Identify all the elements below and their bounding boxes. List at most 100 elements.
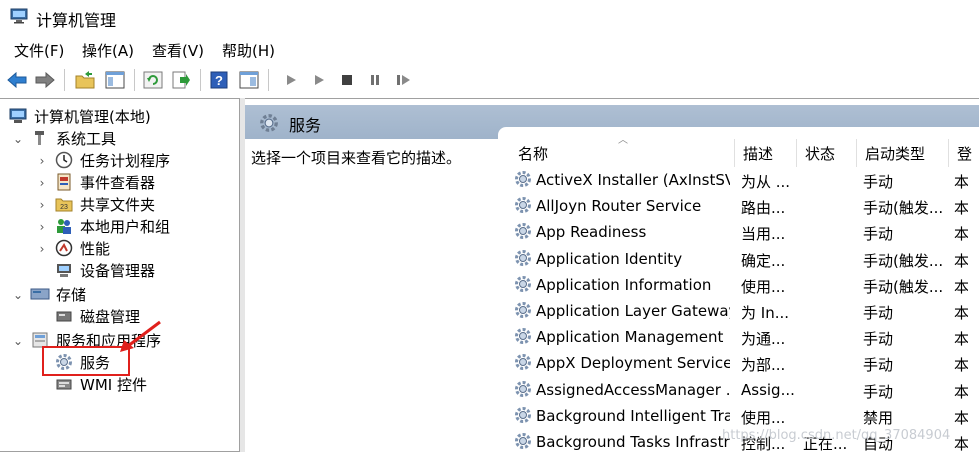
tree-item-label: 性能 — [80, 239, 111, 258]
column-header-startup[interactable]: 启动类型 — [857, 139, 949, 167]
tree-item-root[interactable]: 计算机管理(本地) — [8, 105, 151, 127]
table-row[interactable]: App Readiness 当用... 手动 本 — [498, 219, 968, 245]
cell-startup: 手动(触发... — [863, 251, 944, 270]
cell-description: 使用... — [741, 408, 786, 427]
restart-service-icon[interactable] — [392, 69, 414, 91]
table-row[interactable]: Application Information 使用... 手动(触发... 本 — [498, 272, 968, 298]
tree-item-local-users[interactable]: 本地用户和组 — [54, 215, 170, 237]
cell-name: Background Tasks Infrastru... — [536, 433, 730, 451]
tree-item-task-scheduler[interactable]: 任务计划程序 — [54, 149, 170, 171]
tree-item-wmi[interactable]: WMI 控件 — [54, 373, 147, 395]
table-row[interactable]: Application Identity 确定... 手动(触发... 本 — [498, 246, 968, 272]
cell-name: Application Identity — [536, 249, 683, 268]
help-icon[interactable]: ? — [208, 69, 230, 91]
table-row[interactable]: Application Layer Gateway ... 为 In... 手动 本 — [498, 298, 968, 324]
cell-description: 使用... — [741, 277, 786, 296]
gear-icon — [514, 380, 532, 402]
chevron-right-icon[interactable]: › — [36, 199, 48, 211]
back-icon[interactable] — [6, 69, 28, 91]
table-row[interactable]: Background Intelligent Tra... 使用... 禁用 本 — [498, 403, 968, 429]
cell-name: Application Information — [536, 275, 712, 294]
forward-icon[interactable] — [34, 69, 56, 91]
column-header-label: 登 — [957, 144, 973, 163]
chevron-down-icon[interactable]: ⌄ — [12, 335, 24, 347]
chevron-right-icon[interactable]: › — [36, 177, 48, 189]
chevron-right-icon[interactable]: › — [36, 243, 48, 255]
gear-icon — [514, 353, 532, 375]
table-row[interactable]: AssignedAccessManager ... Assig... 手动 本 — [498, 377, 968, 403]
cell-logon: 本 — [954, 277, 968, 296]
tree-item-system-tools[interactable]: 系统工具 — [30, 127, 116, 149]
chevron-right-icon[interactable]: › — [36, 221, 48, 233]
gear-icon — [514, 249, 532, 271]
disk-icon — [54, 306, 74, 326]
chevron-down-icon[interactable]: ⌄ — [12, 133, 24, 145]
cell-logon: 本 — [954, 408, 968, 427]
cell-startup: 手动(触发... — [863, 277, 944, 296]
menu-action[interactable]: 操作(A) — [82, 40, 134, 61]
watermark: https://blog.csdn.net/qq_37084904 — [722, 428, 951, 443]
cell-description: 为从 ... — [741, 173, 791, 191]
cell-logon: 本 — [954, 382, 968, 401]
cell-startup: 手动 — [863, 173, 894, 191]
start-service-icon[interactable] — [280, 69, 302, 91]
up-folder-icon[interactable] — [74, 69, 96, 91]
menu-file[interactable]: 文件(F) — [14, 40, 64, 61]
properties-view-icon[interactable] — [238, 69, 260, 91]
cell-name: ActiveX Installer (AxInstSV) — [536, 171, 730, 189]
gear-icon — [259, 113, 279, 137]
tree-item-label: 本地用户和组 — [80, 217, 171, 236]
column-header-name[interactable]: 名称 — [510, 139, 734, 167]
window-title: 计算机管理 — [36, 11, 117, 30]
start-service-alt-icon[interactable] — [308, 69, 330, 91]
chevron-right-icon[interactable]: › — [36, 155, 48, 167]
stop-service-icon[interactable] — [336, 69, 358, 91]
tree-item-performance[interactable]: 性能 — [54, 237, 110, 259]
cell-logon: 本 — [954, 304, 968, 322]
services-title: 服务 — [289, 116, 322, 135]
tree-item-label: 存储 — [56, 285, 87, 304]
table-row[interactable]: Application Management 为通... 手动 本 — [498, 324, 968, 350]
toolbar: ? — [0, 63, 979, 97]
cell-description: 路由... — [741, 199, 786, 218]
tree-item-device-manager[interactable]: 设备管理器 — [54, 259, 155, 281]
cell-name: AllJoyn Router Service — [536, 197, 702, 216]
tree-item-event-viewer[interactable]: 事件查看器 — [54, 171, 155, 193]
table-row[interactable]: ActiveX Installer (AxInstSV) 为从 ... 手动 本 — [498, 167, 968, 193]
pause-service-icon[interactable] — [364, 69, 386, 91]
menu-help[interactable]: 帮助(H) — [222, 40, 275, 61]
cell-startup: 禁用 — [863, 408, 894, 427]
refresh-icon[interactable] — [142, 69, 164, 91]
table-row[interactable]: AllJoyn Router Service 路由... 手动(触发... 本 — [498, 193, 968, 219]
menu-bar: 文件(F) 操作(A) 查看(V) 帮助(H) — [0, 37, 979, 63]
show-hide-tree-icon[interactable] — [104, 69, 126, 91]
toolbar-separator — [200, 69, 201, 91]
clock-icon — [54, 150, 74, 170]
cell-description: 为通... — [741, 330, 786, 349]
cell-name: AppX Deployment Service ... — [536, 354, 730, 373]
export-list-icon[interactable] — [170, 69, 192, 91]
column-header-label: 名称 — [518, 144, 549, 163]
column-header-label: 启动类型 — [865, 144, 926, 163]
tree-item-storage[interactable]: 存储 — [30, 283, 86, 305]
cell-description: Assig... — [741, 380, 795, 399]
gear-icon — [514, 327, 532, 349]
column-header-description[interactable]: 描述 — [735, 139, 797, 167]
svg-text:23: 23 — [60, 204, 68, 211]
description-area: 选择一个项目来查看它的描述。 — [245, 139, 501, 452]
tree-item-label: WMI 控件 — [80, 375, 147, 394]
storage-icon — [30, 284, 50, 304]
tree-item-label: 设备管理器 — [80, 261, 156, 280]
annotation-arrow — [120, 320, 161, 352]
table-row[interactable]: AppX Deployment Service ... 为部... 手动 本 — [498, 350, 968, 376]
services-pane: 服务 选择一个项目来查看它的描述。 ︿ 名称 描述 状态 启动类型 登 Acti… — [245, 98, 979, 452]
cell-logon: 本 — [954, 225, 968, 244]
chevron-down-icon[interactable]: ⌄ — [12, 289, 24, 301]
column-header-status[interactable]: 状态 — [797, 139, 857, 167]
cell-startup: 手动 — [863, 330, 894, 349]
computer-management-icon — [8, 106, 28, 126]
tree-item-shared-folders[interactable]: 23 共享文件夹 — [54, 193, 155, 215]
menu-view[interactable]: 查看(V) — [152, 40, 204, 61]
toolbar-separator — [268, 69, 269, 91]
column-header-logon[interactable]: 登 — [949, 139, 973, 167]
